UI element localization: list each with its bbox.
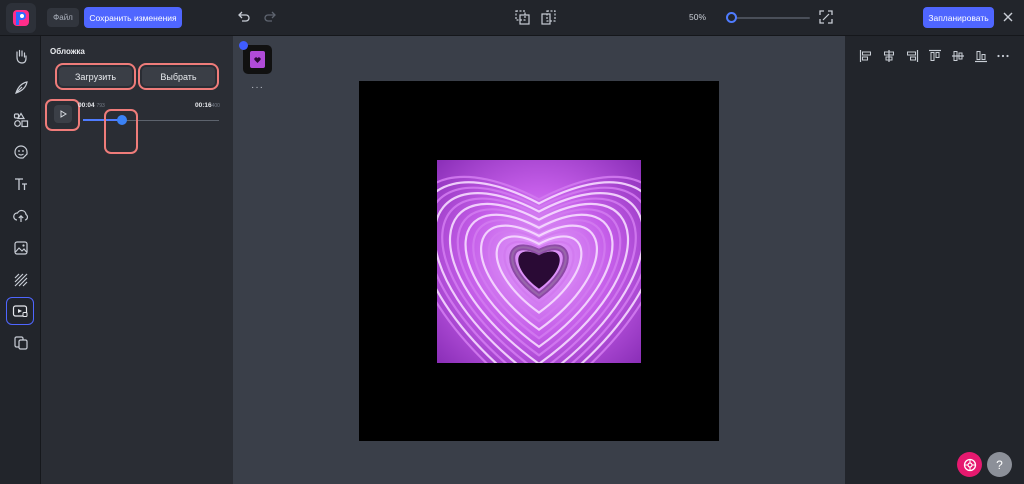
play-button-frame bbox=[45, 99, 80, 131]
file-menu-button[interactable]: Файл bbox=[47, 8, 79, 27]
thumbnail-preview bbox=[250, 51, 265, 68]
save-changes-button[interactable]: Сохранить изменения bbox=[84, 7, 182, 28]
heart-art bbox=[437, 160, 641, 363]
help-button[interactable]: ? bbox=[987, 452, 1012, 477]
panel-title: Обложка bbox=[50, 47, 85, 56]
current-time-value: 00:04 bbox=[78, 102, 95, 109]
hand-icon[interactable] bbox=[10, 45, 32, 67]
crop-icon[interactable] bbox=[540, 9, 556, 25]
copy-icon[interactable] bbox=[10, 332, 32, 354]
choose-button[interactable]: Выбрать bbox=[142, 67, 215, 86]
fit-screen-icon[interactable] bbox=[818, 9, 834, 25]
play-button[interactable] bbox=[54, 105, 72, 123]
pattern-icon[interactable] bbox=[10, 269, 32, 291]
properties-panel bbox=[845, 36, 1024, 484]
sticker-icon[interactable] bbox=[10, 141, 32, 163]
text-icon[interactable] bbox=[10, 173, 32, 195]
align-top-icon[interactable] bbox=[928, 49, 942, 63]
close-icon[interactable] bbox=[1000, 9, 1016, 25]
total-time-value: 00:16 bbox=[195, 102, 212, 109]
upload-icon[interactable] bbox=[10, 205, 32, 227]
resize-icon[interactable] bbox=[514, 9, 530, 25]
zoom-slider-track[interactable] bbox=[730, 17, 810, 19]
feather-icon[interactable] bbox=[10, 77, 32, 99]
zoom-slider-handle[interactable] bbox=[726, 12, 737, 23]
heart-tunnel-image[interactable] bbox=[437, 160, 641, 363]
zoom-value: 50% bbox=[689, 12, 707, 22]
play-icon bbox=[60, 110, 67, 118]
image-icon[interactable] bbox=[10, 237, 32, 259]
align-left-icon[interactable] bbox=[859, 49, 873, 63]
timeline-handle[interactable] bbox=[117, 115, 127, 125]
total-time: 00:16400 bbox=[195, 102, 220, 109]
video-icon[interactable] bbox=[6, 297, 34, 325]
page-thumbnail[interactable] bbox=[243, 45, 272, 74]
support-icon bbox=[963, 458, 976, 471]
shapes-icon[interactable] bbox=[10, 109, 32, 131]
top-bar: Файл Сохранить изменения 50% Запланирова… bbox=[0, 0, 1024, 36]
heart-icon bbox=[254, 56, 261, 63]
cover-panel: Обложка Загрузить Выбрать 00:04 793 00:1… bbox=[41, 36, 233, 484]
thumbnail-indicator bbox=[239, 41, 248, 50]
logo-icon bbox=[13, 10, 29, 26]
current-time-suffix: 793 bbox=[96, 103, 105, 109]
choose-button-frame: Выбрать bbox=[138, 63, 219, 90]
redo-icon[interactable] bbox=[262, 9, 278, 25]
design-canvas[interactable] bbox=[359, 81, 719, 441]
total-time-suffix: 400 bbox=[211, 103, 220, 109]
more-icon[interactable] bbox=[996, 49, 1010, 63]
schedule-button[interactable]: Запланировать bbox=[923, 7, 994, 28]
workspace: ··· bbox=[233, 36, 845, 484]
app-logo[interactable] bbox=[6, 3, 36, 33]
align-center-icon[interactable] bbox=[882, 49, 896, 63]
tool-rail bbox=[0, 36, 41, 484]
chat-button[interactable] bbox=[957, 452, 982, 477]
upload-button-frame: Загрузить bbox=[55, 63, 136, 90]
more-options-icon[interactable]: ··· bbox=[251, 82, 264, 93]
align-right-icon[interactable] bbox=[905, 49, 919, 63]
undo-icon[interactable] bbox=[236, 9, 252, 25]
upload-button[interactable]: Загрузить bbox=[59, 67, 132, 86]
current-time: 00:04 793 bbox=[78, 102, 105, 109]
align-middle-icon[interactable] bbox=[951, 49, 965, 63]
align-bottom-icon[interactable] bbox=[974, 49, 988, 63]
